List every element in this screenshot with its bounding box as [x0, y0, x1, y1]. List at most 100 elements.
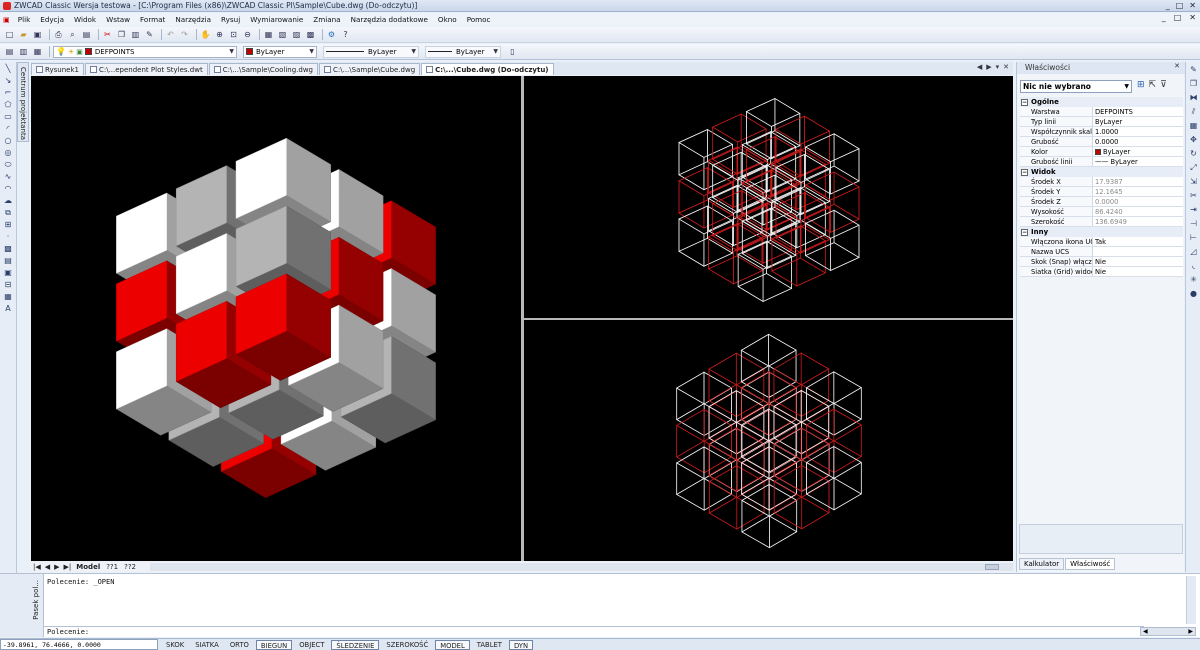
tab-list-icon[interactable]: ▾ — [996, 63, 1000, 71]
zoom-previous-icon[interactable]: ⊖ — [242, 29, 253, 40]
new-file-icon[interactable]: □ — [4, 29, 15, 40]
property-row[interactable]: Włączona ikona UCS Tak — [1020, 237, 1183, 247]
region-icon[interactable]: ▣ — [2, 267, 14, 278]
menu-edycja[interactable]: Edycja — [35, 15, 69, 24]
property-value[interactable]: Nie — [1093, 257, 1183, 266]
status-siatka-button[interactable]: SIATKA — [191, 640, 223, 650]
horizontal-scroll-thumb[interactable] — [985, 564, 999, 570]
rotate-icon[interactable]: ↻ — [1188, 148, 1199, 159]
doc-tab-rysunek1[interactable]: Rysunek1 — [31, 63, 84, 75]
property-row[interactable]: Kolor ByLayer — [1020, 147, 1183, 157]
status-dyn-button[interactable]: DYN — [508, 639, 534, 650]
doc-restore-button[interactable]: □ — [1174, 13, 1182, 22]
status-biegun-button[interactable]: BIEGUN — [255, 639, 293, 650]
break-icon[interactable]: ⊣ — [1188, 218, 1199, 229]
property-row[interactable]: Środek Z 0.0000 — [1020, 197, 1183, 207]
menu-rysuj[interactable]: Rysuj — [216, 15, 245, 24]
menu-pomoc[interactable]: Pomoc — [462, 15, 496, 24]
coordinates-readout[interactable]: -39.8961, 76.4666, 0.0000 — [0, 639, 158, 650]
property-row[interactable]: Warstwa DEFPOINTS — [1020, 107, 1183, 117]
publish-icon[interactable]: ▤ — [81, 29, 92, 40]
command-window-tab[interactable]: Pasek pol... — [0, 574, 44, 637]
minimize-button[interactable]: _ — [1166, 1, 1170, 10]
tab-model[interactable]: Model — [73, 563, 103, 571]
selection-combo[interactable]: Nic nie wybrano ▼ — [1020, 80, 1132, 93]
menu-plik[interactable]: Plik — [13, 15, 36, 24]
toggle-pickadd-icon[interactable]: ⊞ — [1137, 80, 1145, 90]
tab-layout-1[interactable]: ??1 — [103, 563, 121, 571]
quick-select-icon[interactable]: ⊽ — [1160, 80, 1167, 90]
tab-close-icon[interactable]: ✕ — [1003, 63, 1009, 71]
property-value[interactable]: —— ByLayer — [1093, 157, 1183, 166]
menu-narzedzia[interactable]: Narzędzia — [170, 15, 216, 24]
property-row[interactable]: Siatka (Grid) widocznaNie — [1020, 267, 1183, 277]
doc-tab-cube-readonly[interactable]: C:\...\Cube.dwg (Do-odczytu) — [421, 63, 554, 75]
collapse-icon[interactable]: − — [1021, 228, 1028, 236]
tab-layout-2[interactable]: ??2 — [121, 563, 139, 571]
tab-scroll-left-icon[interactable]: ◀ — [977, 63, 982, 71]
rectangle-icon[interactable]: ▭ — [2, 111, 14, 122]
property-category[interactable]: − Ogólne — [1020, 97, 1183, 107]
property-row[interactable]: Szerokość 136.6949 — [1020, 217, 1183, 227]
zoom-window-icon[interactable]: ⊡ — [228, 29, 239, 40]
copy-icon[interactable]: ❐ — [116, 29, 127, 40]
chamfer-icon[interactable]: ◿ — [1188, 246, 1199, 257]
doc-tab-cooling[interactable]: C:\...\Sample\Cooling.dwg — [208, 63, 318, 75]
property-row[interactable]: Środek X 17.9387 — [1020, 177, 1183, 187]
property-row[interactable]: Skok (Snap) włączonyNie — [1020, 257, 1183, 267]
property-value[interactable]: 1.0000 — [1093, 127, 1183, 136]
extend-icon[interactable]: ⇥ — [1188, 204, 1199, 215]
status-sledzenie-button[interactable]: ŚLEDZENIE — [331, 639, 380, 650]
offset-icon[interactable]: ⫽ — [1188, 106, 1199, 117]
mirror-icon[interactable]: ⧓ — [1188, 92, 1199, 103]
property-value[interactable]: 0.0000 — [1093, 197, 1183, 206]
scale-icon[interactable]: ⤢ — [1188, 162, 1199, 173]
command-horizontal-scrollbar[interactable]: ◀ ▶ — [1140, 627, 1196, 636]
menu-wymiarowanie[interactable]: Wymiarowanie — [245, 15, 308, 24]
redo-icon[interactable]: ↷ — [179, 29, 190, 40]
pan-icon[interactable]: ✋ — [200, 29, 211, 40]
mtext-icon[interactable]: A — [2, 303, 14, 314]
open-folder-icon[interactable]: ▰ — [18, 29, 29, 40]
properties-icon[interactable]: ▦ — [263, 29, 274, 40]
print-preview-icon[interactable]: ⌕ — [67, 29, 78, 40]
doc-minimize-button[interactable]: _ — [1162, 13, 1166, 22]
ellipse-arc-icon[interactable]: ◠ — [2, 183, 14, 194]
viewport-wireframe-top[interactable] — [524, 76, 1013, 318]
property-category[interactable]: − Widok — [1020, 167, 1183, 177]
command-vertical-scrollbar[interactable] — [1186, 576, 1196, 624]
save-icon[interactable]: ▣ — [32, 29, 43, 40]
polyline-icon[interactable]: ⌐ — [2, 87, 14, 98]
property-row[interactable]: Nazwa UCS — [1020, 247, 1183, 257]
menu-format[interactable]: Format — [135, 15, 170, 24]
viewport-shaded[interactable] — [31, 76, 521, 561]
property-value[interactable]: 17.9387 — [1093, 177, 1183, 186]
design-center-tab[interactable]: Centrum projektanta — [17, 62, 29, 142]
match-properties-icon[interactable]: ✎ — [144, 29, 155, 40]
layer-state-icon[interactable]: ▦ — [32, 46, 43, 57]
select-objects-icon[interactable]: ⇱ — [1149, 80, 1157, 90]
copy-object-icon[interactable]: ❐ — [1188, 78, 1199, 89]
property-value[interactable]: 86.4240 — [1093, 207, 1183, 216]
property-row[interactable]: Wysokość 86.4240 — [1020, 207, 1183, 217]
join-icon[interactable]: ⊢ — [1188, 232, 1199, 243]
spline-icon[interactable]: ∿ — [2, 171, 14, 182]
info-icon[interactable]: ? — [340, 29, 351, 40]
zoom-realtime-icon[interactable]: ⊕ — [214, 29, 225, 40]
status-model-button[interactable]: MODEL — [435, 639, 470, 650]
cut-icon[interactable]: ✂ — [102, 29, 113, 40]
stretch-icon[interactable]: ⇲ — [1188, 176, 1199, 187]
menu-okno[interactable]: Okno — [433, 15, 462, 24]
trim-icon[interactable]: ✂ — [1188, 190, 1199, 201]
layer-manager-icon[interactable]: ▤ — [4, 46, 15, 57]
tab-wlasciwosc[interactable]: Właściwość — [1065, 558, 1116, 570]
help-icon[interactable]: ⚙ — [326, 29, 337, 40]
tab-scroll-right-icon[interactable]: ▶ — [986, 63, 991, 71]
property-row[interactable]: Współczynnik skali 1.0000 — [1020, 127, 1183, 137]
property-row[interactable]: Typ linii ByLayer — [1020, 117, 1183, 127]
app-icon[interactable] — [3, 1, 11, 10]
viewport-wireframe-bottom[interactable] — [524, 320, 1013, 561]
explode-icon[interactable]: ✳ — [1188, 274, 1199, 285]
close-button[interactable]: ✕ — [1189, 1, 1196, 10]
maximize-button[interactable]: □ — [1176, 1, 1184, 10]
